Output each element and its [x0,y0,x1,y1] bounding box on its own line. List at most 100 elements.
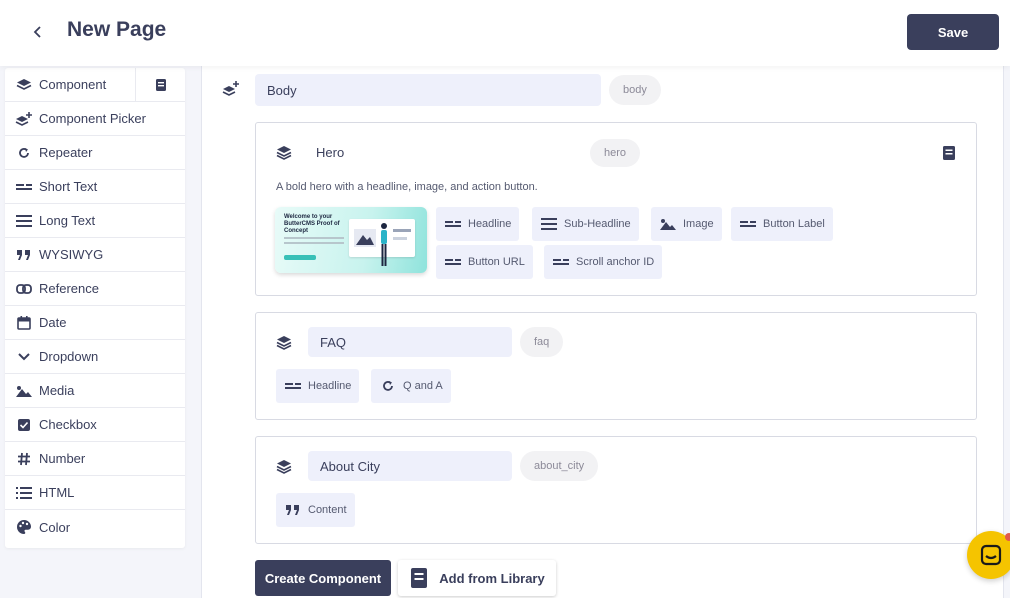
sidebar-item-long-text[interactable]: Long Text [5,204,185,238]
sidebar-item-component-picker[interactable]: Component Picker [5,102,185,136]
person-illustration [381,223,387,266]
save-button[interactable]: Save [907,14,999,50]
sidebar-item-label: HTML [39,485,75,500]
field-chip-label: Sub-Headline [564,218,631,230]
sidebar-item-html[interactable]: HTML [5,476,185,510]
sidebar-item-wysiwyg[interactable]: WYSIWYG [5,238,185,272]
thumbnail-text-line [284,237,344,239]
field-chip-label: Button Label [763,218,825,230]
chat-icon [980,544,1002,566]
sidebar-item-checkbox[interactable]: Checkbox [5,408,185,442]
short-text-icon [444,255,462,269]
calendar-icon [15,315,33,330]
page-title: New Page [67,18,167,41]
long-text-icon [540,217,558,231]
create-component-button[interactable]: Create Component [255,560,391,596]
sidebar-item-color[interactable]: Color [5,510,185,544]
sidebar-item-label: Dropdown [39,349,99,364]
refresh-icon [379,379,397,393]
sidebar-item-label: Component Picker [39,111,146,126]
layers-icon [276,459,292,475]
sidebar-item-label: Component [39,77,107,92]
field-chip-label: Headline [308,380,352,392]
chevron-down-icon [15,352,33,361]
component-name-field[interactable]: About City [308,451,512,481]
page-schema-editor: Body body Hero hero A bold hero with a h… [201,66,1004,598]
short-text-icon [552,255,570,269]
sidebar-item-component[interactable]: Component [5,68,185,102]
long-text-icon [15,214,33,227]
sidebar-item-repeater[interactable]: Repeater [5,136,185,170]
back-button[interactable] [28,20,48,44]
chat-widget-button[interactable] [967,531,1010,579]
field-chip[interactable]: Button Label [731,207,833,241]
body-name-field[interactable]: Body [255,74,601,106]
field-chip-label: Headline [468,218,512,230]
thumbnail-bar [393,229,411,232]
sidebar-item-label: Repeater [39,145,93,160]
sidebar-item-label: Long Text [39,213,96,228]
sidebar-item-label: Checkbox [39,417,97,432]
component-name[interactable]: Hero [316,145,344,160]
field-chip[interactable]: Q and A [371,369,451,403]
link-icon [15,283,33,294]
sidebar-item-dropdown[interactable]: Dropdown [5,340,185,374]
sidebar-item-reference[interactable]: Reference [5,272,185,306]
field-chip[interactable]: Content [276,493,355,527]
component-name: FAQ [320,334,347,350]
field-chip-label: Content [308,504,347,516]
book-icon [409,567,429,589]
field-chip[interactable]: Image [651,207,722,241]
sidebar-item-date[interactable]: Date [5,306,185,340]
sidebar-item-label: Number [39,451,86,466]
short-text-icon [284,379,302,393]
thumbnail-text-line [284,242,344,244]
component-description: A bold hero with a headline, image, and … [276,181,538,193]
layers-icon [276,145,292,161]
sidebar-item-number[interactable]: Number [5,442,185,476]
field-chip[interactable]: Sub-Headline [532,207,639,241]
book-icon[interactable] [942,145,956,166]
quote-icon [15,249,33,260]
thumbnail-image [354,229,376,247]
sidebar-item-label: WYSIWYG [39,247,104,262]
field-chip[interactable]: Headline [276,369,360,403]
body-slug-badge: body [609,75,661,105]
layers-icon [15,78,33,92]
sidebar-item-label: Media [39,383,75,398]
component-card-hero: Hero hero A bold hero with a headline, i… [255,122,977,296]
list-icon [15,486,33,499]
field-chip-label: Button URL [468,256,525,268]
image-icon [659,217,677,231]
palette-icon [15,519,33,535]
layers-plus-icon [222,80,240,103]
notification-dot [1005,533,1010,541]
quote-icon [284,503,302,517]
hero-thumbnail: Welcome to your ButterCMS Proof of Conce… [275,207,427,273]
component-card-about-city: About City about_city Content [255,436,977,544]
field-chip[interactable]: Scroll anchor ID [544,245,663,279]
field-chip[interactable]: Headline [436,207,520,241]
sidebar-item-media[interactable]: Media [5,374,185,408]
page-header: New Page Save [0,0,1010,66]
thumbnail-heading: Welcome to your ButterCMS Proof of Conce… [284,214,340,234]
sidebar-item-label: Color [39,519,71,535]
book-icon [155,79,166,91]
component-library-button[interactable] [135,68,185,102]
component-card-faq: FAQ faq Headline Q and A [255,312,977,420]
image-icon [15,385,33,397]
component-slug-badge: faq [520,327,564,357]
sidebar-item-label: Date [39,315,67,330]
field-chip[interactable]: Button URL [436,245,533,279]
thumbnail-bar [393,237,407,240]
sidebar-item-short-text[interactable]: Short Text [5,170,185,204]
thumbnail-button [284,255,316,260]
short-text-icon [15,183,33,191]
layers-plus-icon [15,111,33,127]
sidebar-item-label: Reference [39,281,99,296]
add-from-library-button[interactable]: Add from Library [398,560,556,596]
component-name-field[interactable]: FAQ [308,327,512,357]
short-text-icon [739,217,757,231]
add-from-library-label: Add from Library [439,570,545,586]
checkbox-icon [15,418,33,431]
